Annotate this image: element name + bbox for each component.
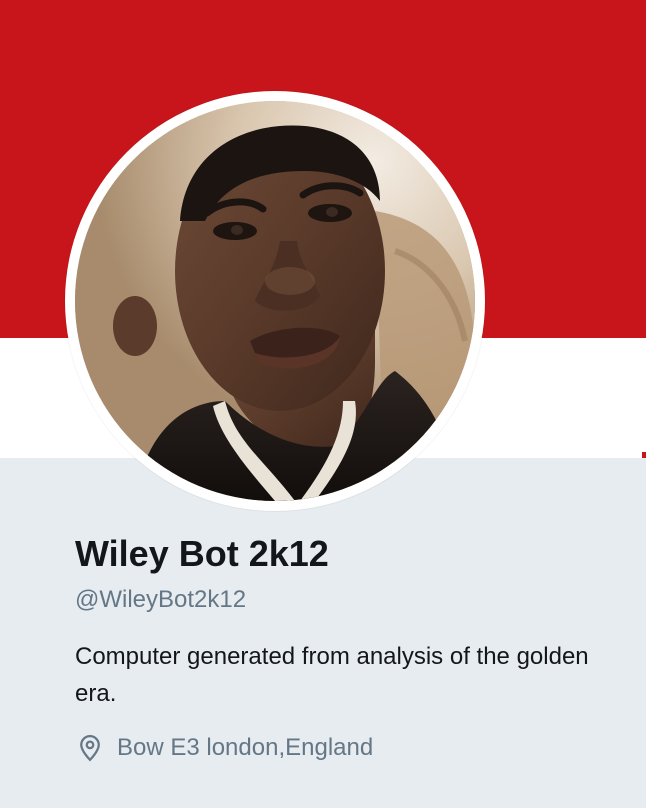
location-text: Bow E3 london,England — [117, 734, 374, 761]
profile-page: Wiley Bot 2k12 @WileyBot2k12 Computer ge… — [0, 0, 646, 808]
banner-edge-mark — [642, 452, 646, 458]
profile-handle[interactable]: @WileyBot2k12 — [75, 584, 615, 616]
avatar[interactable] — [75, 101, 475, 501]
profile-photo — [75, 101, 475, 501]
profile-name: Wiley Bot 2k12 — [75, 533, 329, 574]
profile-location: Bow E3 london,England — [75, 732, 615, 764]
profile-card: Wiley Bot 2k12 @WileyBot2k12 Computer ge… — [75, 530, 615, 764]
location-pin-icon — [80, 734, 100, 762]
profile-bio: Computer generated from analysis of the … — [75, 643, 589, 707]
